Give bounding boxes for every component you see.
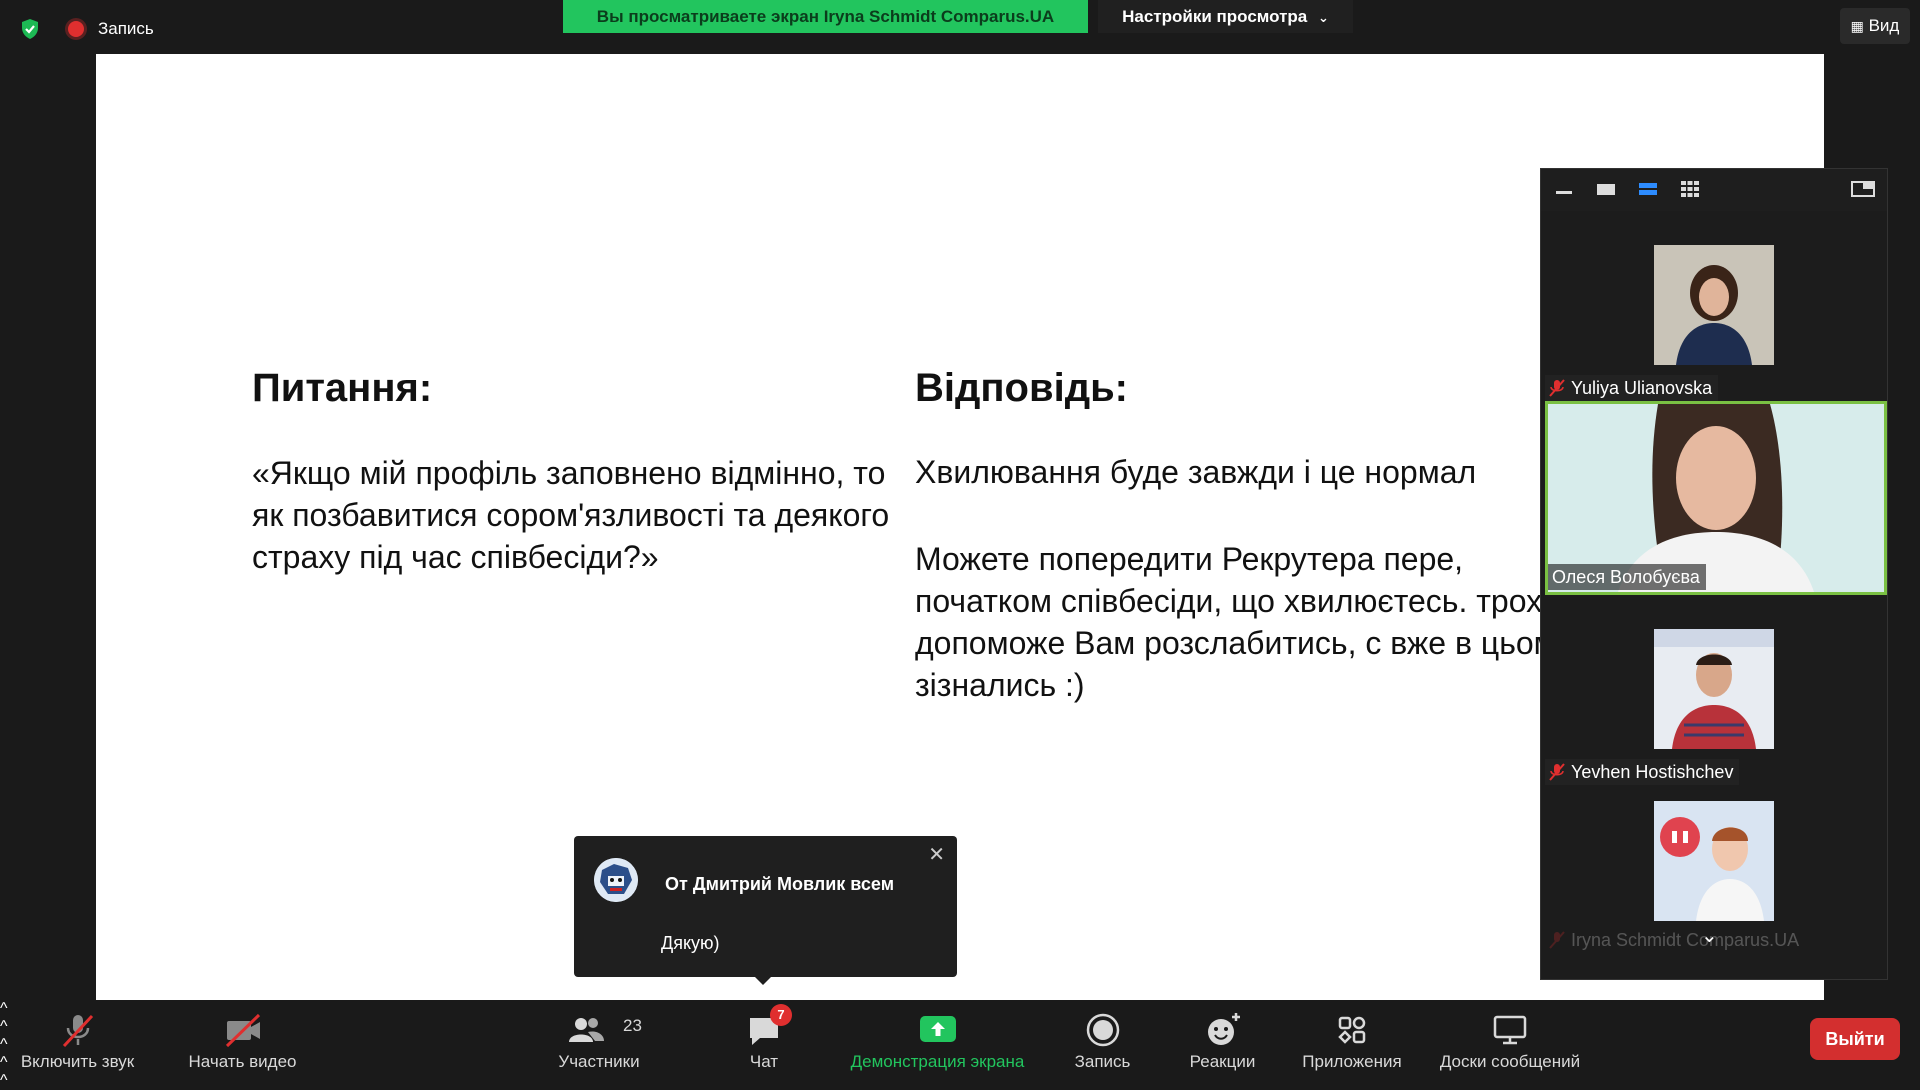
unmute-button[interactable]: Включить звук [10,1000,145,1080]
active-speaker-tile[interactable]: Олеся Волобуєва [1545,401,1887,595]
participant-name-tag: Yuliya Ulianovska [1545,375,1719,401]
chat-label: Чат [749,1052,779,1071]
close-icon[interactable]: ✕ [928,842,945,867]
start-video-label: Начать видео [188,1052,297,1071]
security-shield-icon[interactable] [18,17,42,41]
reactions-button[interactable]: Реакции [1180,1000,1265,1080]
mic-off-icon [1549,931,1565,949]
participant-photo [1654,801,1774,921]
viewing-screen-banner: Вы просматриваете экран Iryna Schmidt Co… [563,0,1088,33]
question-title: Питання: [252,366,433,410]
participants-icon [569,1018,605,1042]
popup-arrow [754,976,772,985]
view-options-label: Настройки просмотра [1122,7,1308,26]
gallery-view-icon[interactable] [1681,181,1699,197]
record-label: Запись [1074,1052,1131,1071]
apps-icon [1338,1016,1366,1044]
leave-button[interactable]: Выйти [1810,1018,1900,1060]
view-options-button[interactable]: Настройки просмотра ⌄ [1098,0,1353,33]
unmute-label: Включить звук [20,1052,135,1071]
strip-view-icon[interactable] [1639,181,1657,197]
share-screen-button[interactable]: Демонстрация экрана [840,1000,1035,1080]
view-label: Вид [1868,16,1900,35]
top-bar: Запись Вы просматриваете экран Iryna Sch… [0,0,1920,54]
start-video-button[interactable]: Начать видео [175,1000,310,1080]
minimize-icon[interactable] [1555,181,1573,197]
participants-count: 23 [623,1016,642,1035]
participant-name: Iryna Schmidt Comparus.UA [1571,930,1800,950]
share-screen-label: Демонстрация экрана [850,1052,1025,1071]
answer-text-1: Хвилювання буде завжди і це нормал [915,454,1477,490]
video-panel: Yuliya Ulianovska Олеся Волобуєва Yevhen… [1540,168,1888,980]
apps-button[interactable]: Приложения [1293,1000,1411,1080]
share-screen-icon [919,1016,956,1042]
participant-photo [1654,245,1774,365]
participant-name: Yevhen Hostishchev [1571,762,1734,782]
meeting-toolbar: Включить звук ^ Начать видео ^ 23 Участн… [0,1000,1920,1089]
question-text: «Якщо мій профіль заповнено відмінно, то… [252,455,890,575]
chevron-down-icon: ⌄ [1318,10,1329,25]
chat-notification[interactable]: От Дмитрий Мовлик всем Дякую) ✕ [574,836,957,985]
apps-label: Приложения [1302,1052,1402,1071]
mic-off-icon [1549,763,1565,781]
recording-label: Запись [98,19,154,38]
participant-photo [1654,629,1774,749]
mic-muted-icon [62,1014,93,1048]
chat-unread-badge: 7 [770,1004,792,1026]
answer-title: Відповідь: [915,366,1128,410]
participant-name-tag: Yevhen Hostishchev [1545,759,1740,785]
chat-sender: От Дмитрий Мовлик всем [665,874,895,894]
scroll-down-chevron-icon[interactable]: ⌄ [1701,923,1718,965]
panel-header [1541,169,1887,211]
whiteboard-icon [1493,1015,1527,1045]
participants-button[interactable]: 23 Участники [545,1000,653,1080]
record-icon [1086,1013,1119,1047]
record-button[interactable]: Запись [1060,1000,1145,1080]
participant-name: Yuliya Ulianovska [1571,378,1713,398]
participant-name: Олеся Волобуєва [1552,567,1700,587]
avatar [594,858,638,902]
participant-name-tag: Олеся Волобуєва [1548,564,1706,590]
single-video-icon[interactable] [1597,181,1615,197]
mic-off-icon [1549,379,1565,397]
video-off-icon [225,1013,260,1048]
view-button[interactable]: ▦ Вид [1840,8,1910,44]
participant-name-tag: Iryna Schmidt Comparus.UA [1545,927,1805,953]
smiley-plus-icon [1207,1013,1240,1045]
chat-message: Дякую) [661,933,720,953]
participants-label: Участники [558,1052,640,1071]
grid-icon: ▦ [1850,18,1864,34]
participant-tile[interactable]: Yuliya Ulianovska [1541,211,1887,401]
participant-tile[interactable]: Yevhen Hostishchev [1541,595,1887,785]
whiteboards-label: Доски сообщений [1439,1052,1581,1071]
chat-button[interactable]: 7 Чат [724,1000,804,1080]
reactions-label: Реакции [1189,1052,1256,1071]
whiteboards-button[interactable]: Доски сообщений [1430,1000,1590,1080]
participant-tile[interactable]: Iryna Schmidt Comparus.UA ⌄ [1541,789,1887,979]
answer-text-2: Можете попередити Рекрутера пере, початк… [915,541,1573,703]
recording-icon [68,21,84,37]
pop-out-icon[interactable] [1851,181,1875,197]
